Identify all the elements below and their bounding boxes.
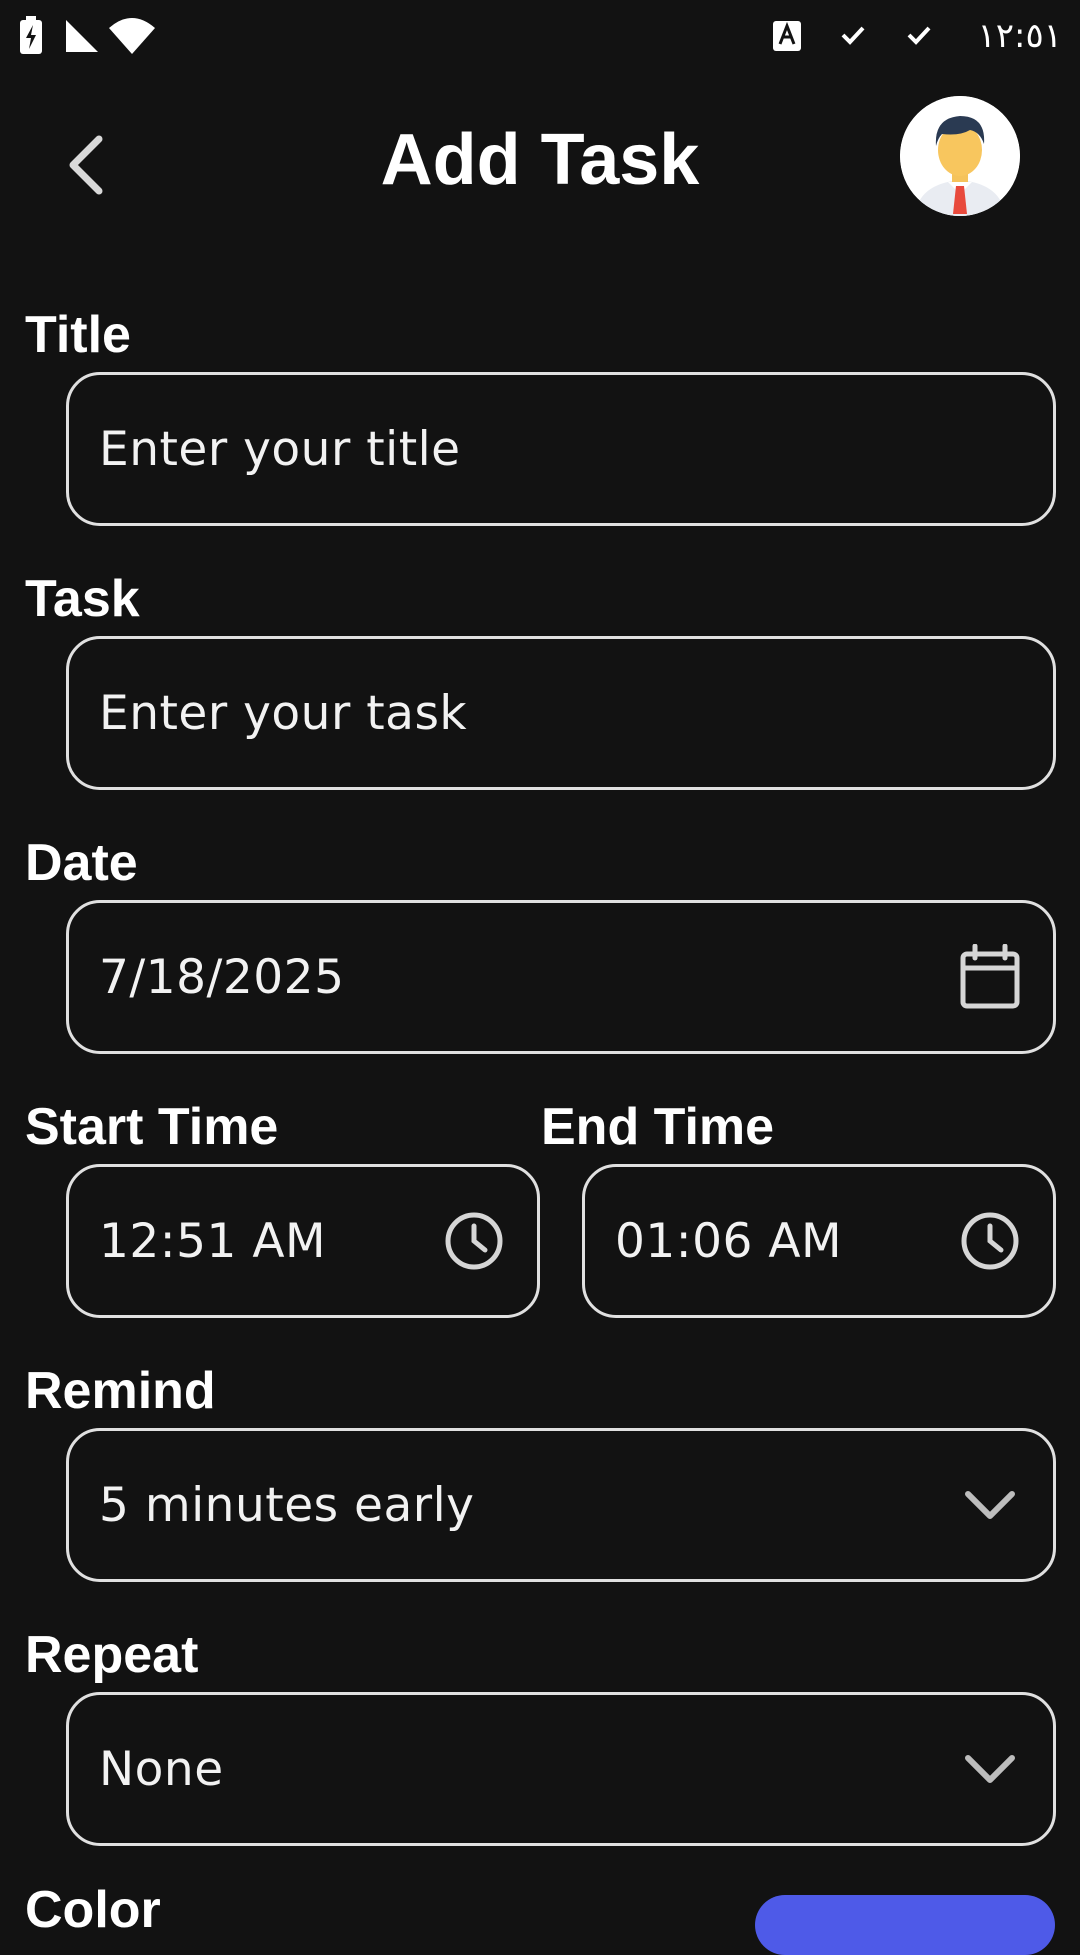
status-icons-right: ١٢:٥١	[772, 14, 1062, 58]
repeat-label: Repeat	[25, 1626, 199, 1684]
task-input-placeholder: Enter your task	[99, 685, 468, 741]
color-label: Color	[25, 1881, 161, 1939]
repeat-value: None	[99, 1741, 224, 1797]
title-input[interactable]: Enter your title	[66, 372, 1056, 526]
remind-select[interactable]: 5 minutes early	[66, 1428, 1056, 1582]
date-field[interactable]: 7/18/2025	[66, 900, 1056, 1054]
status-time: ١٢:٥١	[977, 16, 1062, 56]
wifi-icon	[109, 18, 155, 54]
start-time-label: Start Time	[25, 1098, 279, 1156]
end-time-label: End Time	[541, 1098, 775, 1156]
keyboard-icon	[773, 21, 801, 51]
create-task-button[interactable]	[755, 1895, 1055, 1955]
battery-charging-icon	[20, 16, 42, 54]
chevron-down-icon[interactable]	[957, 1736, 1023, 1802]
start-time-field[interactable]: 12:51 AM	[66, 1164, 540, 1318]
repeat-select[interactable]: None	[66, 1692, 1056, 1846]
check-icon	[907, 26, 931, 45]
start-time-value: 12:51 AM	[99, 1213, 327, 1269]
clock-icon[interactable]	[441, 1208, 507, 1274]
title-input-placeholder: Enter your title	[99, 421, 461, 477]
remind-value: 5 minutes early	[99, 1477, 475, 1533]
remind-label: Remind	[25, 1362, 216, 1420]
status-bar: ١٢:٥١	[0, 0, 1080, 70]
task-input[interactable]: Enter your task	[66, 636, 1056, 790]
task-label: Task	[25, 570, 140, 628]
avatar[interactable]	[900, 96, 1020, 216]
chevron-down-icon[interactable]	[957, 1472, 1023, 1538]
calendar-icon[interactable]	[957, 944, 1023, 1010]
date-label: Date	[25, 834, 138, 892]
date-value: 7/18/2025	[99, 949, 345, 1005]
clock-icon[interactable]	[957, 1208, 1023, 1274]
app-header: Add Task	[0, 70, 1080, 245]
cell-signal-icon	[66, 20, 98, 52]
check-icon	[841, 26, 865, 45]
title-label: Title	[25, 306, 131, 364]
end-time-value: 01:06 AM	[615, 1213, 843, 1269]
end-time-field[interactable]: 01:06 AM	[582, 1164, 1056, 1318]
user-avatar-icon	[900, 96, 1020, 216]
